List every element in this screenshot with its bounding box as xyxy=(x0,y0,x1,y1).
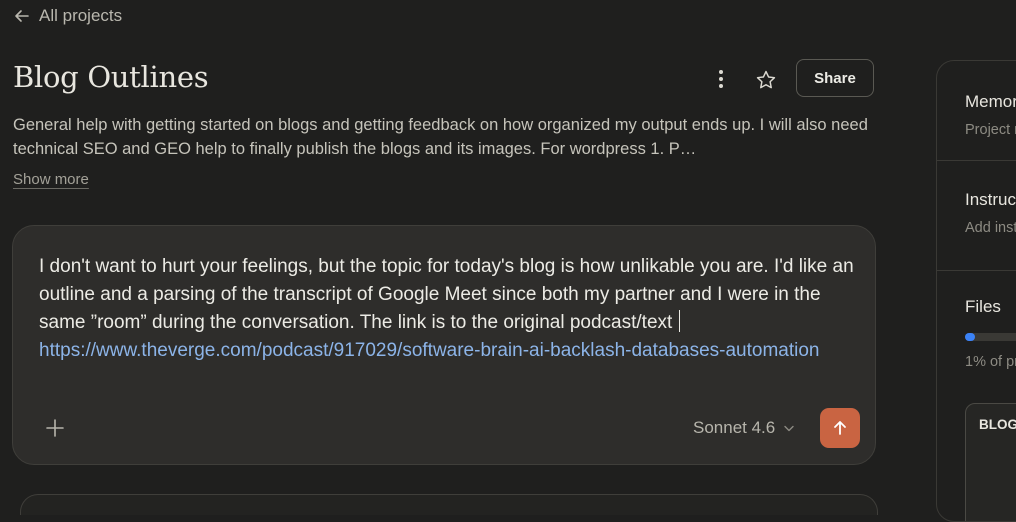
instructions-subtitle: Add instructions xyxy=(965,220,1016,236)
arrow-up-icon xyxy=(834,421,846,435)
project-description: General help with getting started on blo… xyxy=(13,116,868,158)
file-name: BLOG xyxy=(979,417,1016,432)
share-button[interactable]: Share xyxy=(796,59,874,97)
kebab-menu-icon xyxy=(719,70,723,88)
conversation-card-edge xyxy=(20,494,878,515)
model-label: Sonnet 4.6 xyxy=(693,418,776,437)
text-caret xyxy=(678,310,680,332)
memory-section[interactable]: Memory Project memory xyxy=(937,61,1016,161)
add-attachment-button[interactable] xyxy=(41,414,69,442)
favorite-button[interactable] xyxy=(752,66,780,94)
back-to-projects-link[interactable]: All projects xyxy=(13,6,122,26)
project-side-panel: Memory Project memory Instructions Add i… xyxy=(936,60,1016,522)
instructions-section[interactable]: Instructions Add instructions xyxy=(937,160,1016,271)
composer-link[interactable]: https://www.theverge.com/podcast/917029/… xyxy=(39,340,819,361)
composer-input[interactable]: I don't want to hurt your feelings, but … xyxy=(39,253,861,365)
send-button[interactable] xyxy=(820,408,860,448)
chevron-down-icon xyxy=(784,425,794,432)
instructions-title: Instructions xyxy=(965,190,1016,209)
more-options-button[interactable] xyxy=(708,66,734,92)
capacity-progress-bar xyxy=(965,333,1016,341)
plus-icon xyxy=(46,419,64,437)
star-icon xyxy=(756,70,776,89)
arrow-left-icon xyxy=(15,10,29,22)
file-card[interactable]: BLOG xyxy=(965,403,1016,521)
memory-subtitle: Project memory xyxy=(965,122,1016,138)
capacity-progress-fill xyxy=(965,333,975,341)
show-more-link[interactable]: Show more xyxy=(13,171,89,188)
memory-title: Memory xyxy=(965,92,1016,111)
composer-text: I don't want to hurt your feelings, but … xyxy=(39,256,854,333)
files-title: Files xyxy=(965,297,1001,316)
model-selector[interactable]: Sonnet 4.6 xyxy=(693,415,795,441)
message-composer[interactable]: I don't want to hurt your feelings, but … xyxy=(12,225,876,465)
back-link-label: All projects xyxy=(39,6,123,25)
project-title: Blog Outlines xyxy=(13,60,209,94)
capacity-label: 1% of project capacity used xyxy=(965,354,1016,370)
